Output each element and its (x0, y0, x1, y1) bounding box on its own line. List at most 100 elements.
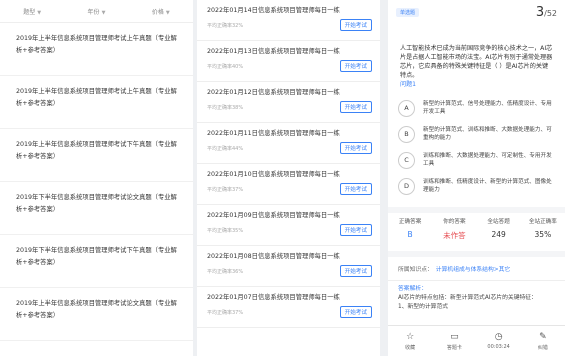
question-type-badge: 单选题 (396, 7, 420, 17)
exam-item: 2022年01月07日信息系统项目管理师每日一练 平均正确率37% 开始考试 (197, 287, 380, 328)
option-d[interactable]: D 训练和推断、低精度设计、新型的计算范式、图像处理能力 (398, 173, 555, 199)
question-panel: 单选题 3/52 人工智能技术已成为当前国际竞争的核心技术之一，AI芯片是占据人… (388, 0, 565, 356)
start-exam-button[interactable]: 开始考试 (339, 183, 372, 195)
exam-item: 2022年01月14日信息系统项目管理师每日一练 平均正确率32% 开始考试 (197, 0, 380, 41)
stat-value: 35% (534, 230, 552, 239)
knowledge-point-link[interactable]: 计算机组成与体系结构>其它 (436, 267, 510, 273)
exam-score: 平均正确率32% (207, 22, 244, 29)
favorite-button[interactable]: ☆ 收藏 (388, 326, 432, 356)
exam-title: 2022年01月07日信息系统项目管理师每日一练 (207, 294, 340, 301)
question-ask-label: 问题1 (400, 81, 417, 88)
exam-item: 2022年01月09日信息系统项目管理师每日一练 平均正确率35% 开始考试 (197, 205, 380, 246)
exam-title: 2022年01月13日信息系统项目管理师每日一练 (207, 48, 340, 55)
start-exam-button[interactable]: 开始考试 (339, 101, 372, 113)
paper-item[interactable]: 2019年下半年信息系统项目管理师考试下午真题（专业解析+参考答案） (0, 235, 193, 288)
question-text: 人工智能技术已成为当前国际竞争的核心技术之一，AI芯片是占据人工智能市场的法宝。… (400, 45, 553, 79)
stat-value: 249 (491, 230, 506, 239)
paper-item[interactable]: 2019年上半年信息系统项目管理师考试论文真题（专业解析+参考答案） (0, 288, 193, 341)
exam-item: 2022年01月10日信息系统项目管理师每日一练 平均正确率37% 开始考试 (197, 164, 380, 205)
paper-list-panel: 题型 ▼ 年份 ▼ 价格 ▼ 2019年上半年信息系统项目管理师考试上午真题（专业解析… (0, 0, 193, 356)
option-a[interactable]: A 新型的计算范式、信号处理能力、低精度设计、专用开发工具 (398, 95, 555, 121)
exam-score: 平均正确率37% (207, 186, 244, 193)
stat-correct-answer: 正确答案 B (388, 217, 432, 241)
exam-score: 平均正确率37% (207, 309, 244, 316)
report-error-button[interactable]: ✎ 纠错 (521, 326, 565, 356)
option-letter: D (398, 177, 415, 195)
exam-item: 2022年01月08日信息系统项目管理师每日一练 平均正确率36% 开始考试 (197, 246, 380, 287)
answer-analysis: 答案解析： AI芯片的特点包括：新型计算范式AI芯片的关键特征： 1、新型的计算… (388, 281, 565, 316)
filter-price[interactable]: 价格 ▼ (129, 7, 193, 16)
filter-type[interactable]: 题型 ▼ (0, 7, 64, 16)
option-text: 训练和推断、低精度设计、新型的计算范式、图像处理能力 (423, 179, 552, 193)
filter-price-label: 价格 (151, 8, 164, 16)
paper-list: 2019年上半年信息系统项目管理师考试上午真题（专业解析+参考答案） 2019年… (0, 23, 193, 341)
stat-value: 未作答 (443, 231, 466, 240)
exam-score: 平均正确率35% (207, 227, 244, 234)
clock-icon: ◷ (494, 332, 503, 342)
analysis-line: AI芯片的特点包括：新型计算范式AI芯片的关键特征： (398, 295, 537, 301)
option-b[interactable]: B 新型的计算范式、训练和推断、大数据处理能力、可重构的能力 (398, 121, 555, 147)
caret-down-icon: ▼ (37, 9, 42, 16)
exam-score: 平均正确率36% (207, 268, 244, 275)
option-text: 训练和推断、大数据处理能力、可定制性、专用开发工具 (423, 153, 552, 167)
filter-year-label: 年份 (87, 8, 100, 16)
paper-item[interactable]: 2019年上半年信息系统项目管理师考试下午真题（专业解析+参考答案） (0, 129, 193, 182)
edit-icon: ✎ (539, 331, 547, 342)
start-exam-button[interactable]: 开始考试 (339, 224, 372, 236)
start-exam-button[interactable]: 开始考试 (339, 142, 372, 154)
option-c[interactable]: C 训练和推断、大数据处理能力、可定制性、专用开发工具 (398, 147, 555, 173)
exam-score: 平均正确率38% (207, 104, 244, 111)
start-exam-button[interactable]: 开始考试 (339, 306, 372, 318)
exam-score: 平均正确率44% (207, 145, 244, 152)
exam-title: 2022年01月08日信息系统项目管理师每日一练 (207, 253, 340, 260)
exam-title: 2022年01月10日信息系统项目管理师每日一练 (207, 171, 340, 178)
stat-label: 你的答案 (443, 219, 466, 225)
exam-item: 2022年01月11日信息系统项目管理师每日一练 平均正确率44% 开始考试 (197, 123, 380, 164)
exam-title: 2022年01月12日信息系统项目管理师每日一练 (207, 89, 340, 96)
stat-your-answer: 你的答案 未作答 (432, 217, 476, 241)
caret-down-icon: ▼ (165, 9, 170, 16)
stat-label: 全站正确率 (528, 219, 557, 225)
filter-year[interactable]: 年份 ▼ (64, 7, 128, 16)
answer-card-label: 答题卡 (446, 344, 462, 351)
paper-item[interactable]: 2019年下半年信息系统项目管理师考试论文真题（专业解析+参考答案） (0, 182, 193, 235)
favorite-label: 收藏 (405, 344, 416, 351)
daily-practice-panel: 2022年01月14日信息系统项目管理师每日一练 平均正确率32% 开始考试 20… (197, 0, 380, 356)
timer[interactable]: ◷ 00:03:24 (477, 326, 521, 356)
knowledge-point-label: 所属知识点： (398, 267, 433, 273)
analysis-line: 1、新型的计算范式 (398, 304, 449, 310)
answer-card-button[interactable]: ▭ 答题卡 (432, 326, 476, 356)
paper-item[interactable]: 2019年上半年信息系统项目管理师考试上午真题（专业解析+参考答案） (0, 23, 193, 76)
answer-stats: 正确答案 B 你的答案未作答 全站答题 249 全站正确率 35% (388, 207, 565, 241)
stat-accuracy: 全站正确率 35% (521, 217, 565, 241)
analysis-title: 答案解析： (398, 286, 427, 292)
paper-item[interactable]: 2019年上半年信息系统项目管理师考试上午真题（专业解析+参考答案） (0, 76, 193, 129)
exam-item: 2022年01月12日信息系统项目管理师每日一练 平均正确率38% 开始考试 (197, 82, 380, 123)
bottom-toolbar: ☆ 收藏 ▭ 答题卡 ◷ 00:03:24 ✎ 纠错 (388, 325, 565, 356)
stat-value: B (407, 230, 413, 239)
knowledge-point: 所属知识点： 计算机组成与体系结构>其它 (388, 257, 565, 281)
options-list: A 新型的计算范式、信号处理能力、低精度设计、专用开发工具 B 新型的计算范式、训练… (388, 89, 565, 199)
card-icon: ▭ (450, 331, 459, 342)
question-stem: 人工智能技术已成为当前国际竞争的核心技术之一，AI芯片是占据人工智能市场的法宝。… (388, 24, 565, 89)
timer-label: 00:03:24 (487, 344, 510, 350)
exam-item: 2022年01月13日信息系统项目管理师每日一练 平均正确率40% 开始考试 (197, 41, 380, 82)
stat-total-answers: 全站答题 249 (477, 217, 521, 241)
caret-down-icon: ▼ (101, 9, 106, 16)
report-error-label: 纠错 (537, 344, 548, 351)
question-header: 单选题 3/52 (388, 0, 565, 24)
start-exam-button[interactable]: 开始考试 (339, 60, 372, 72)
filter-type-label: 题型 (23, 8, 36, 16)
stat-label: 正确答案 (398, 219, 422, 225)
exam-title: 2022年01月11日信息系统项目管理师每日一练 (207, 130, 340, 137)
start-exam-button[interactable]: 开始考试 (339, 19, 372, 31)
option-letter: A (398, 99, 415, 117)
current-question-number: 3 (535, 4, 545, 20)
exam-title: 2022年01月14日信息系统项目管理师每日一练 (207, 7, 340, 14)
start-exam-button[interactable]: 开始考试 (339, 265, 372, 277)
option-letter: C (398, 151, 415, 169)
filter-bar: 题型 ▼ 年份 ▼ 价格 ▼ (0, 0, 193, 23)
option-text: 新型的计算范式、信号处理能力、低精度设计、专用开发工具 (423, 101, 552, 115)
star-icon: ☆ (406, 331, 415, 342)
stat-label: 全站答题 (487, 219, 510, 225)
